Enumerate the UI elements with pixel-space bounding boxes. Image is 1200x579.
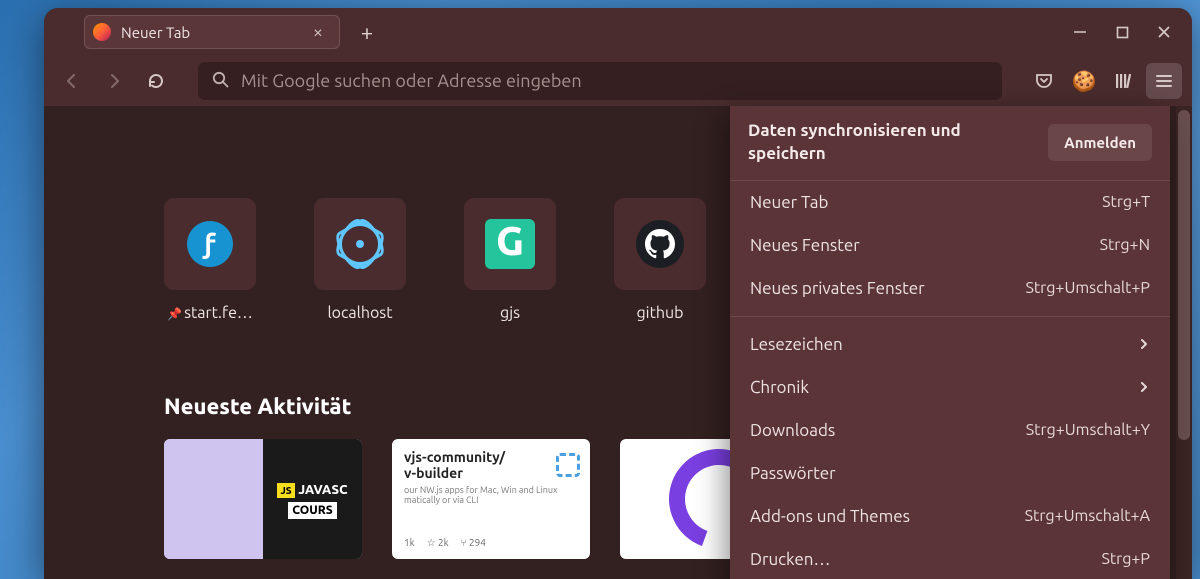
- tab-title: Neuer Tab: [121, 24, 297, 41]
- menu-item-label: Chronik: [750, 378, 809, 397]
- menu-item-label: Neues Fenster: [750, 236, 860, 255]
- menu-item[interactable]: Chronik: [730, 366, 1170, 409]
- shortcut-label: localhost: [327, 304, 392, 322]
- shortcut-label: gjs: [500, 304, 520, 322]
- toolbar-right: 🍪: [1026, 63, 1182, 99]
- pin-icon: 📌: [167, 308, 182, 321]
- window-controls: [1072, 24, 1184, 40]
- scrollbar-thumb[interactable]: [1178, 110, 1190, 440]
- js-badge: JS: [277, 483, 294, 498]
- menu-item-shortcut: Strg+Umschalt+Y: [1026, 421, 1150, 439]
- highlight-card[interactable]: vjs-community/ v-builder our NW.js apps …: [392, 439, 590, 559]
- menu-item-label: Drucken…: [750, 550, 830, 569]
- app-menu-button[interactable]: [1146, 63, 1182, 99]
- shortcut-tile: [614, 198, 706, 290]
- menu-item[interactable]: Downloads Strg+Umschalt+Y: [730, 409, 1170, 452]
- close-window-button[interactable]: [1156, 24, 1172, 40]
- library-button[interactable]: [1106, 63, 1142, 99]
- menu-item-shortcut: Strg+Umschalt+P: [1026, 279, 1151, 297]
- highlight-card[interactable]: JS JAVASC COURS: [164, 439, 362, 559]
- menu-item-shortcut: Strg+T: [1102, 193, 1150, 211]
- nav-toolbar: Mit Google suchen oder Adresse eingeben …: [44, 56, 1192, 106]
- close-tab-button[interactable]: ×: [307, 21, 329, 43]
- shortcut-tile: ƒ: [164, 198, 256, 290]
- minimize-button[interactable]: [1072, 24, 1088, 40]
- new-tab-button[interactable]: +: [352, 17, 382, 47]
- menu-item[interactable]: Neues Fenster Strg+N: [730, 224, 1170, 267]
- shortcut-label: github: [636, 304, 683, 322]
- vertical-scrollbar[interactable]: [1176, 106, 1192, 579]
- menu-item[interactable]: Neues privates Fenster Strg+Umschalt+P: [730, 267, 1170, 310]
- menu-sync-text: Daten synchronisieren und speichern: [748, 120, 1008, 166]
- pocket-button[interactable]: [1026, 63, 1062, 99]
- menu-item-label: Add-ons und Themes: [750, 507, 910, 526]
- shortcut-start-fedora[interactable]: ƒ 📌start.fe…: [164, 198, 256, 322]
- menu-item-label: Downloads: [750, 421, 835, 440]
- app-menu-popup: Daten synchronisieren und speichern Anme…: [730, 106, 1170, 579]
- browser-window: Neuer Tab × +: [44, 8, 1192, 579]
- menu-item-label: Neuer Tab: [750, 193, 828, 212]
- menu-item-shortcut: Strg+N: [1100, 236, 1150, 254]
- menu-item-shortcut: Strg+P: [1101, 550, 1150, 568]
- back-button[interactable]: [54, 63, 90, 99]
- url-bar[interactable]: Mit Google suchen oder Adresse eingeben: [198, 62, 1002, 100]
- shortcut-tile: [314, 198, 406, 290]
- shortcut-gjs[interactable]: G gjs: [464, 198, 556, 322]
- menu-separator: [730, 316, 1170, 317]
- sign-in-button[interactable]: Anmelden: [1048, 124, 1152, 161]
- fedora-icon: ƒ: [187, 221, 233, 267]
- forward-button[interactable]: [96, 63, 132, 99]
- menu-item[interactable]: Lesezeichen: [730, 323, 1170, 366]
- menu-item[interactable]: Neuer Tab Strg+T: [730, 181, 1170, 224]
- github-icon: [636, 220, 684, 268]
- menu-item[interactable]: Passwörter: [730, 452, 1170, 495]
- nwjs-icon: [556, 453, 580, 477]
- reload-button[interactable]: [138, 63, 174, 99]
- menu-items: Neuer TabStrg+TNeues FensterStrg+NNeues …: [730, 181, 1170, 579]
- account-button[interactable]: 🍪: [1066, 63, 1102, 99]
- search-icon: [212, 71, 229, 92]
- highlight-thumb: [164, 439, 263, 559]
- menu-item[interactable]: Add-ons und Themes Strg+Umschalt+A: [730, 495, 1170, 538]
- tab-strip: Neuer Tab × +: [44, 8, 1192, 56]
- chevron-right-icon: [1138, 335, 1150, 354]
- shortcut-github[interactable]: github: [614, 198, 706, 322]
- menu-item-label: Passwörter: [750, 464, 836, 483]
- url-placeholder: Mit Google suchen oder Adresse eingeben: [241, 71, 582, 91]
- g-icon: G: [485, 219, 535, 269]
- menu-item-label: Lesezeichen: [750, 335, 843, 354]
- shortcut-localhost[interactable]: localhost: [314, 198, 406, 322]
- firefox-icon: [93, 23, 111, 41]
- menu-item-shortcut: Strg+Umschalt+A: [1025, 507, 1150, 525]
- menu-item[interactable]: Drucken… Strg+P: [730, 538, 1170, 579]
- tab-current[interactable]: Neuer Tab ×: [84, 15, 340, 49]
- react-icon: [333, 217, 387, 271]
- menu-item-label: Neues privates Fenster: [750, 279, 925, 298]
- chevron-right-icon: [1138, 378, 1150, 397]
- menu-sync-header: Daten synchronisieren und speichern Anme…: [730, 106, 1170, 181]
- highlight-thumb: JS JAVASC COURS: [263, 439, 362, 559]
- maximize-button[interactable]: [1114, 24, 1130, 40]
- shortcut-label: 📌start.fe…: [167, 304, 253, 322]
- shortcut-tile: G: [464, 198, 556, 290]
